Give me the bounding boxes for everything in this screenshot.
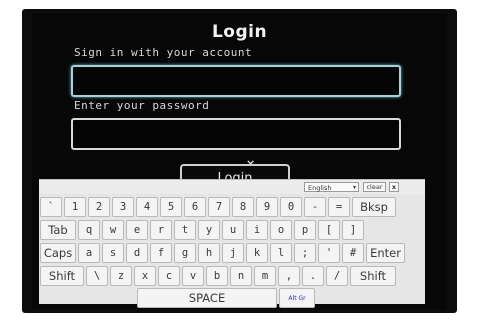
key[interactable]: j bbox=[222, 243, 244, 263]
key[interactable]: 4 bbox=[136, 197, 158, 217]
key[interactable]: 5 bbox=[160, 197, 182, 217]
key[interactable]: p bbox=[294, 220, 316, 240]
password-input[interactable] bbox=[71, 118, 401, 150]
key[interactable]: ; bbox=[294, 243, 316, 263]
keyboard-row-4: Shift \ z x c v b n m , . / Shift bbox=[40, 266, 396, 286]
key[interactable]: # bbox=[342, 243, 364, 263]
backspace-key[interactable]: Bksp bbox=[352, 197, 396, 217]
key[interactable]: [ bbox=[318, 220, 340, 240]
key[interactable]: m bbox=[254, 266, 276, 286]
tab-key[interactable]: Tab bbox=[40, 220, 76, 240]
password-label: Enter your password bbox=[74, 99, 210, 112]
altgr-key[interactable]: Alt Gr bbox=[279, 288, 315, 308]
login-screen: Login Sign in with your account Enter yo… bbox=[32, 13, 447, 309]
clear-button[interactable]: clear bbox=[363, 182, 386, 192]
key[interactable]: \ bbox=[86, 266, 108, 286]
key[interactable]: y bbox=[198, 220, 220, 240]
keyboard-row-1: ` 1 2 3 4 5 6 7 8 9 0 - = Bksp bbox=[40, 197, 396, 217]
keyboard-toolbar: English ▾ clear x bbox=[39, 180, 425, 194]
key[interactable]: w bbox=[102, 220, 124, 240]
key[interactable]: u bbox=[222, 220, 244, 240]
key[interactable]: = bbox=[328, 197, 350, 217]
key[interactable]: . bbox=[302, 266, 324, 286]
shift-key-left[interactable]: Shift bbox=[40, 266, 84, 286]
enter-key[interactable]: Enter bbox=[366, 243, 405, 263]
key[interactable]: ] bbox=[342, 220, 364, 240]
key[interactable]: ' bbox=[318, 243, 340, 263]
username-label: Sign in with your account bbox=[74, 46, 253, 59]
key[interactable]: z bbox=[110, 266, 132, 286]
key[interactable]: g bbox=[174, 243, 196, 263]
keyboard-row-3: Caps a s d f g h j k l ; ' # Enter bbox=[40, 243, 405, 263]
keyboard-close-button[interactable]: x bbox=[389, 182, 399, 192]
key[interactable]: 9 bbox=[256, 197, 278, 217]
key[interactable]: 6 bbox=[184, 197, 206, 217]
key[interactable]: c bbox=[158, 266, 180, 286]
key[interactable]: b bbox=[206, 266, 228, 286]
key[interactable]: 2 bbox=[88, 197, 110, 217]
key[interactable]: k bbox=[246, 243, 268, 263]
space-key[interactable]: SPACE bbox=[137, 288, 277, 308]
key[interactable]: - bbox=[304, 197, 326, 217]
key[interactable]: x bbox=[134, 266, 156, 286]
username-input[interactable] bbox=[71, 65, 401, 97]
key[interactable]: v bbox=[182, 266, 204, 286]
key[interactable]: 7 bbox=[208, 197, 230, 217]
key[interactable]: n bbox=[230, 266, 252, 286]
key[interactable]: 3 bbox=[112, 197, 134, 217]
key[interactable]: r bbox=[150, 220, 172, 240]
page-title: Login bbox=[211, 22, 268, 42]
key[interactable]: f bbox=[150, 243, 172, 263]
keyboard-row-5: SPACE Alt Gr bbox=[40, 288, 315, 308]
key[interactable]: 0 bbox=[280, 197, 302, 217]
key[interactable]: ` bbox=[40, 197, 62, 217]
key[interactable]: 8 bbox=[232, 197, 254, 217]
caps-lock-key[interactable]: Caps bbox=[40, 243, 76, 263]
virtual-keyboard: English ▾ clear x ` 1 2 3 4 5 6 7 8 9 0 … bbox=[39, 179, 425, 308]
key[interactable]: i bbox=[246, 220, 268, 240]
key[interactable]: l bbox=[270, 243, 292, 263]
key[interactable]: t bbox=[174, 220, 196, 240]
key[interactable]: s bbox=[102, 243, 124, 263]
key[interactable]: o bbox=[270, 220, 292, 240]
key[interactable]: a bbox=[78, 243, 100, 263]
key[interactable]: e bbox=[126, 220, 148, 240]
chevron-down-icon: ▾ bbox=[352, 184, 356, 191]
language-value: English bbox=[308, 184, 332, 192]
key[interactable]: 1 bbox=[64, 197, 86, 217]
keyboard-row-2: Tab q w e r t y u i o p [ ] bbox=[40, 220, 364, 240]
key[interactable]: h bbox=[198, 243, 220, 263]
shift-key-right[interactable]: Shift bbox=[350, 266, 396, 286]
key[interactable]: , bbox=[278, 266, 300, 286]
language-select[interactable]: English ▾ bbox=[304, 182, 359, 192]
key[interactable]: d bbox=[126, 243, 148, 263]
key[interactable]: / bbox=[326, 266, 348, 286]
key[interactable]: q bbox=[78, 220, 100, 240]
